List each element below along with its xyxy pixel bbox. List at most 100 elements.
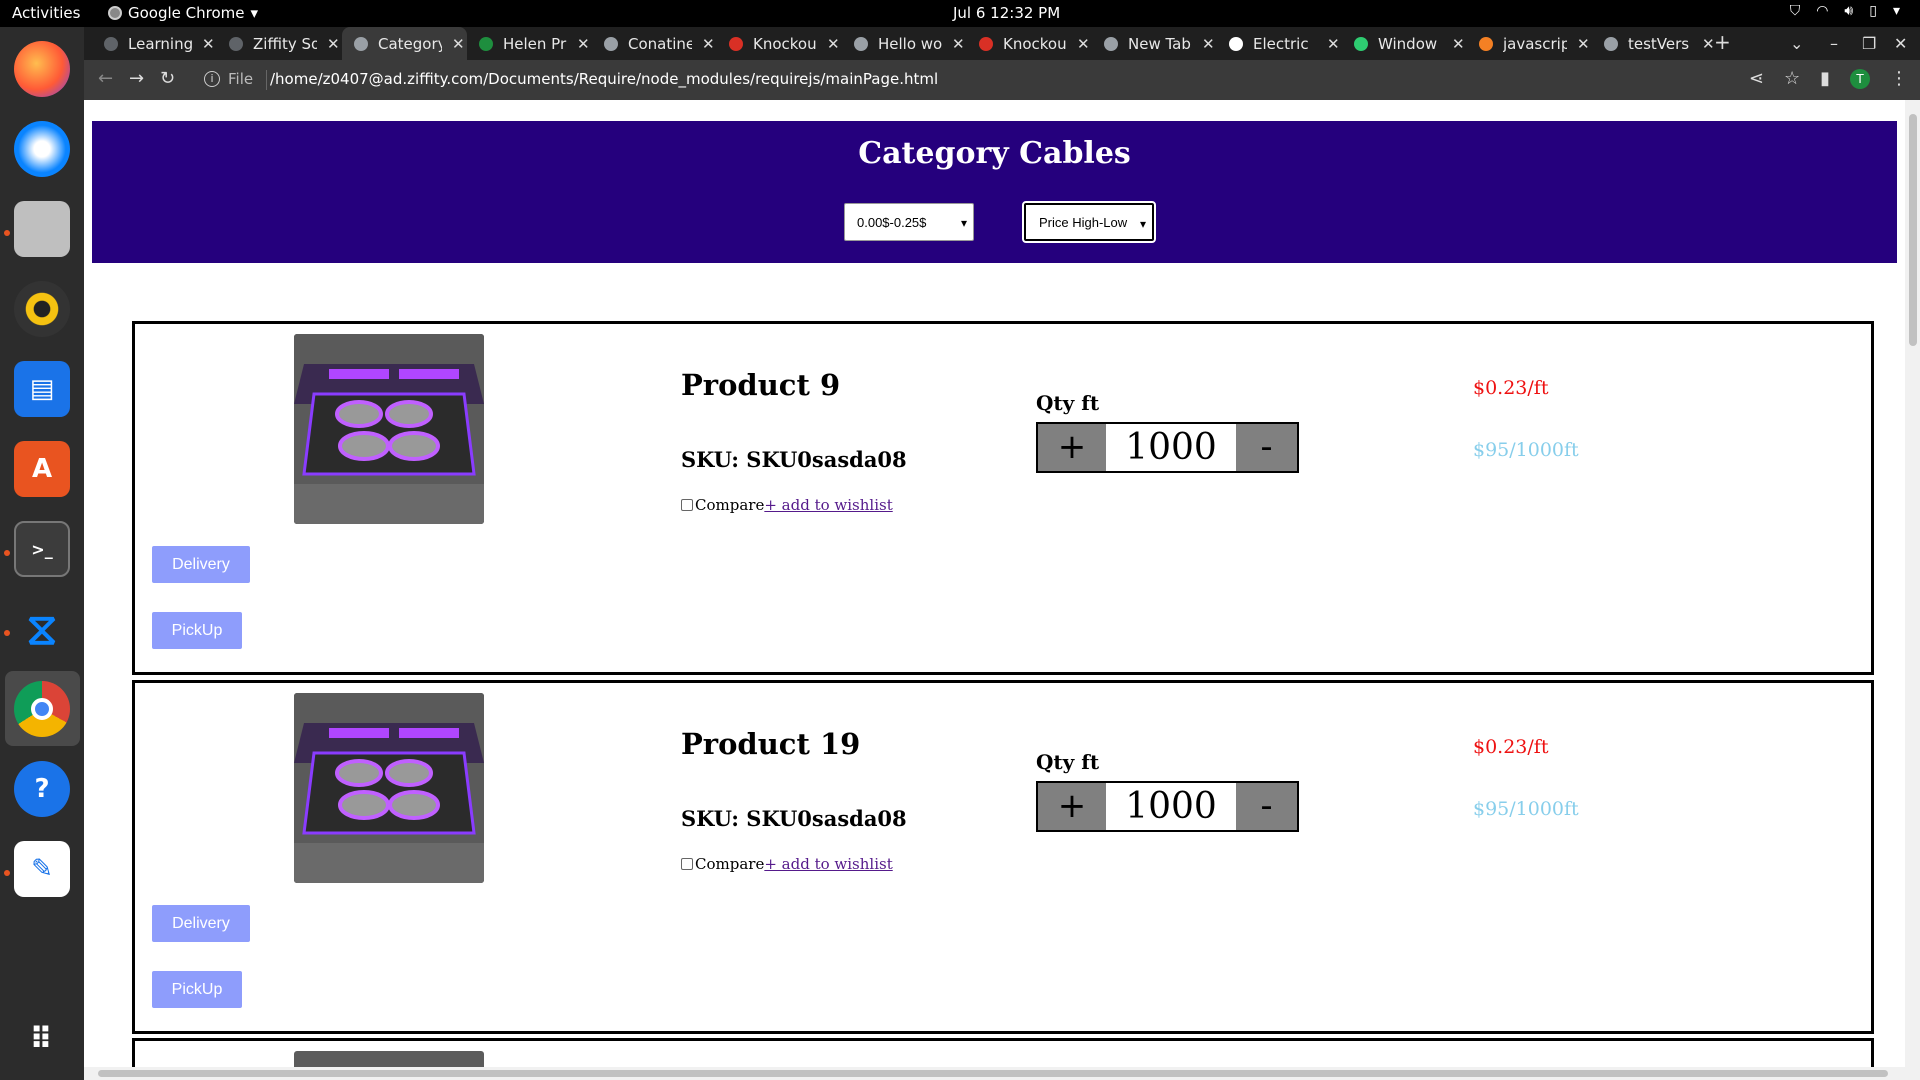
browser-tab[interactable]: Conatine ✕ [592, 27, 717, 60]
favicon-icon [479, 36, 493, 51]
favicon-icon [104, 36, 118, 51]
sort-select[interactable]: Price High-Low ▾ [1022, 201, 1156, 243]
product-name[interactable]: Product 19 [681, 727, 860, 761]
add-to-wishlist-link[interactable]: + add to wishlist [764, 496, 892, 514]
close-icon[interactable]: ✕ [1577, 35, 1590, 53]
info-icon[interactable]: i [204, 71, 220, 87]
terminal-icon[interactable]: >_ [14, 521, 70, 577]
new-tab-icon[interactable]: + [1714, 30, 1731, 54]
qty-decrease-button[interactable]: - [1236, 783, 1297, 830]
scrollbar-thumb[interactable] [98, 1070, 1888, 1077]
browser-tab[interactable]: Helen Pr ✕ [467, 27, 592, 60]
close-icon[interactable]: ✕ [827, 35, 840, 53]
browser-tab[interactable]: testVers ✕ [1592, 27, 1717, 60]
forward-icon[interactable]: → [129, 68, 144, 89]
firefox-icon[interactable] [14, 41, 70, 97]
bookmark-star-icon[interactable]: ☆ [1784, 68, 1800, 89]
tab-label: Electric [1253, 34, 1309, 53]
share-icon[interactable]: ⋖ [1749, 68, 1764, 89]
profile-avatar[interactable]: T [1850, 68, 1870, 89]
compare-checkbox[interactable] [681, 499, 693, 511]
wifi-icon[interactable]: ◠ [1816, 3, 1828, 19]
chevron-down-icon: ▾ [1139, 217, 1146, 231]
help-icon[interactable]: ? [14, 761, 70, 817]
tab-label: Category [378, 34, 442, 53]
close-icon[interactable]: ✕ [1702, 35, 1715, 53]
files-icon[interactable] [14, 201, 70, 257]
product-name[interactable]: Product 9 [681, 368, 840, 402]
close-icon[interactable]: ✕ [952, 35, 965, 53]
close-icon[interactable]: ✕ [577, 35, 590, 53]
reload-icon[interactable]: ↻ [160, 68, 175, 89]
close-icon[interactable]: ✕ [202, 35, 215, 53]
app-menu[interactable]: Google Chrome ▾ [108, 4, 258, 22]
product-sku: SKU: SKU0sasda08 [681, 806, 907, 831]
text-editor-icon[interactable]: ✎ [14, 841, 70, 897]
clock[interactable]: Jul 6 12:32 PM [953, 4, 1060, 22]
qty-decrease-button[interactable]: - [1236, 424, 1297, 471]
chrome-icon[interactable] [14, 681, 70, 737]
qty-input[interactable]: 1000 [1106, 424, 1236, 471]
delivery-button[interactable]: Delivery [152, 546, 250, 583]
qty-increase-button[interactable]: + [1038, 783, 1106, 830]
qty-increase-button[interactable]: + [1038, 424, 1106, 471]
close-icon[interactable]: ✕ [702, 35, 715, 53]
minimize-icon[interactable]: – [1830, 34, 1838, 53]
software-center-icon[interactable]: A [14, 441, 70, 497]
tab-label: Learning [128, 34, 192, 53]
menu-kebab-icon[interactable]: ⋮ [1890, 68, 1908, 89]
qty-label: Qty ft [1036, 391, 1100, 415]
browser-tab[interactable]: javascrip ✕ [1467, 27, 1592, 60]
system-tray[interactable]: ⛉ ◠ 🔊︎ ▯ ▾ [1790, 3, 1900, 19]
close-icon[interactable]: ✕ [1202, 35, 1215, 53]
pickup-button[interactable]: PickUp [152, 971, 242, 1008]
maximize-icon[interactable]: ❐ [1862, 34, 1876, 53]
price-filter-select[interactable]: 0.00$-0.25$ ▾ [844, 203, 974, 241]
thunderbird-icon[interactable] [14, 121, 70, 177]
tab-search-icon[interactable]: ⌄ [1790, 34, 1803, 53]
add-to-wishlist-link[interactable]: + add to wishlist [764, 855, 892, 873]
tab-label: Ziffity So [253, 34, 317, 53]
pickup-button[interactable]: PickUp [152, 612, 242, 649]
horizontal-scrollbar[interactable] [84, 1067, 1920, 1080]
battery-icon[interactable]: ▯ [1869, 3, 1877, 19]
browser-tab[interactable]: New Tab ✕ [1092, 27, 1217, 60]
browser-tab[interactable]: Knockou ✕ [967, 27, 1092, 60]
close-icon[interactable]: ✕ [327, 35, 340, 53]
vscode-icon[interactable]: ⧖ [14, 601, 70, 657]
close-icon[interactable]: ✕ [1894, 34, 1907, 53]
compare-label: Compare [695, 855, 765, 873]
side-panel-icon[interactable]: ▮ [1820, 68, 1830, 89]
chevron-down-icon[interactable]: ▾ [1893, 3, 1900, 19]
vertical-scrollbar[interactable] [1905, 100, 1920, 1080]
compare-checkbox[interactable] [681, 858, 693, 870]
writer-icon[interactable]: ▤ [14, 361, 70, 417]
address-bar[interactable]: /home/z0407@ad.ziffity.com/Documents/Req… [267, 70, 938, 88]
close-icon[interactable]: ✕ [1327, 35, 1340, 53]
qty-input[interactable]: 1000 [1106, 783, 1236, 830]
favicon-icon [854, 36, 868, 51]
browser-tab[interactable]: Electric ✕ [1217, 27, 1342, 60]
close-icon[interactable]: ✕ [1077, 35, 1090, 53]
browser-tab[interactable]: Learning ✕ [92, 27, 217, 60]
app-grid-icon[interactable]: ⠿ [14, 1011, 70, 1067]
back-icon[interactable]: ← [98, 68, 113, 89]
close-icon[interactable]: ✕ [452, 35, 465, 53]
delivery-button[interactable]: Delivery [152, 905, 250, 942]
rhythmbox-icon[interactable] [14, 281, 70, 337]
browser-tab[interactable]: Category ✕ [342, 27, 467, 60]
tab-label: Knockou [1003, 34, 1067, 53]
browser-tab[interactable]: Knockou ✕ [717, 27, 842, 60]
volume-icon[interactable]: 🔊︎ [1844, 3, 1853, 19]
browser-tab[interactable]: Window ✕ [1342, 27, 1467, 60]
close-icon[interactable]: ✕ [1452, 35, 1465, 53]
shield-icon[interactable]: ⛉ [1790, 3, 1801, 19]
activities-button[interactable]: Activities [12, 4, 80, 22]
dock: ▤ A >_ ⧖ ? ✎ ⠿ [0, 27, 84, 1080]
browser-tab[interactable]: Ziffity So ✕ [217, 27, 342, 60]
scrollbar-thumb[interactable] [1909, 114, 1917, 346]
browser-tab[interactable]: Hello wo ✕ [842, 27, 967, 60]
unit-price: $0.23/ft [1473, 736, 1549, 758]
product-card: Product 9 SKU: SKU0sasda08 Compare + add… [132, 321, 1874, 675]
tab-label: javascrip [1503, 34, 1567, 53]
